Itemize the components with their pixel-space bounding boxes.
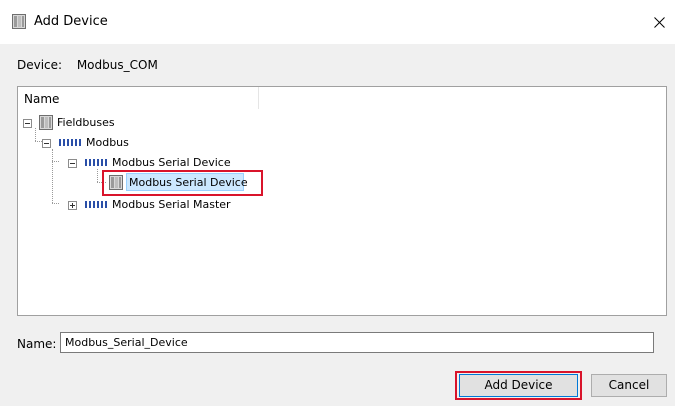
- name-input[interactable]: [60, 332, 654, 353]
- name-row: Name:: [17, 330, 667, 356]
- device-icon: [12, 14, 26, 29]
- collapse-icon[interactable]: [23, 119, 32, 128]
- close-button[interactable]: [645, 0, 675, 44]
- bus-icon: [85, 201, 109, 208]
- title-bar: Add Device: [0, 0, 675, 44]
- tree-node-label: Modbus Serial Device: [129, 176, 248, 189]
- tree-node-label: Modbus Serial Device: [112, 156, 231, 169]
- window-title: Add Device: [34, 14, 108, 29]
- tree-node-modbus-serial-master[interactable]: Modbus Serial Master: [18, 197, 258, 213]
- device-value: Modbus_COM: [76, 58, 158, 72]
- tree-node-modbus[interactable]: Modbus: [18, 135, 218, 151]
- tree-node-label: Modbus Serial Master: [112, 198, 231, 211]
- collapse-icon[interactable]: [42, 139, 51, 148]
- bus-icon: [59, 139, 83, 146]
- tree-node-label: Fieldbuses: [57, 116, 115, 129]
- column-header-name[interactable]: Name: [18, 87, 259, 109]
- tree-node-modbus-serial-device[interactable]: Modbus Serial Device: [18, 175, 258, 191]
- tree-node-label: Modbus: [86, 136, 129, 149]
- device-row: Device: Modbus_COM: [17, 58, 158, 72]
- device-tree[interactable]: Name Fieldbuses Modbus Modbus Serial Dev…: [17, 86, 667, 316]
- collapse-icon[interactable]: [68, 159, 77, 168]
- expand-icon[interactable]: [68, 201, 77, 210]
- cancel-button[interactable]: Cancel: [591, 374, 667, 397]
- device-icon: [109, 175, 123, 190]
- device-folder-icon: [39, 115, 53, 130]
- device-label: Device:: [17, 58, 63, 72]
- tree-node-fieldbuses[interactable]: Fieldbuses: [18, 115, 218, 131]
- tree-node-modbus-serial-device-group[interactable]: Modbus Serial Device: [18, 155, 258, 171]
- add-device-button[interactable]: Add Device: [459, 374, 578, 397]
- bus-icon: [85, 159, 109, 166]
- name-label: Name:: [17, 337, 57, 351]
- close-icon: [654, 17, 665, 28]
